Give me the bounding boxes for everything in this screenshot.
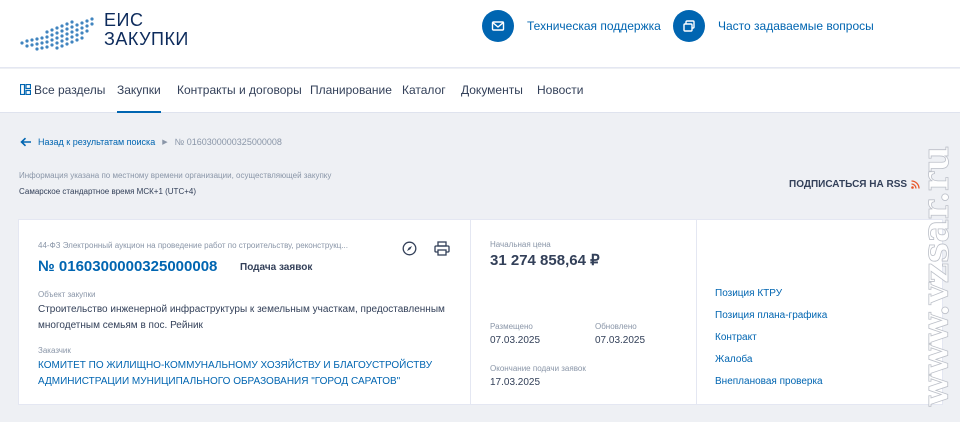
object-label: Объект закупки	[38, 290, 96, 299]
deadline-value: 17.03.2025	[490, 377, 541, 388]
nav-contracts[interactable]: Контракты и договоры	[177, 69, 302, 113]
updated-value: 07.03.2025	[595, 335, 646, 346]
logo-line1: ЕИС	[104, 10, 144, 30]
support-link[interactable]: Техническая поддержка	[482, 10, 661, 42]
nav-item-label: Закупки	[117, 83, 161, 97]
unscheduled-check-link[interactable]: Внеплановая проверка	[715, 376, 823, 387]
card-links-column: Позиция КТРУ Позиция плана-графика Контр…	[697, 220, 942, 404]
arrow-left-icon[interactable]	[20, 137, 32, 147]
compass-icon[interactable]	[402, 241, 417, 256]
nav-purchases[interactable]: Закупки	[117, 69, 161, 113]
timezone-value: Самарское стандартное время МСК+1 (UTC+4…	[19, 187, 196, 196]
breadcrumb: Назад к результатам поиска ▶ № 016030000…	[20, 135, 282, 149]
print-icon[interactable]	[434, 241, 450, 256]
complaint-link[interactable]: Жалоба	[715, 354, 752, 365]
logo-text[interactable]: ЕИС ЗАКУПКИ	[104, 11, 189, 49]
breadcrumb-current: № 0160300000325000008	[174, 137, 282, 147]
timezone-note: Информация указана по местному времени о…	[19, 171, 332, 180]
customer-link[interactable]: КОМИТЕТ ПО ЖИЛИЩНО-КОММУНАЛЬНОМУ ХОЗЯЙСТ…	[38, 358, 468, 390]
grid-menu-icon	[20, 84, 31, 96]
procurement-type: 44-ФЗ Электронный аукцион на проведение …	[38, 241, 348, 250]
watermark-text: www.vzsar.ru	[918, 146, 957, 407]
deadline-label: Окончание подачи заявок	[490, 364, 586, 373]
nav-item-label: Каталог	[402, 83, 446, 97]
purchase-card: 44-ФЗ Электронный аукцион на проведение …	[18, 219, 943, 405]
faq-link[interactable]: Часто задаваемые вопросы	[673, 10, 874, 42]
rss-subscribe-link[interactable]: ПОДПИСАТЬСЯ НА RSS	[789, 179, 907, 190]
nav-news[interactable]: Новости	[537, 69, 583, 113]
published-value: 07.03.2025	[490, 335, 541, 346]
main-nav: Все разделы Закупки Контракты и договоры…	[0, 69, 960, 113]
top-header: ЕИС ЗАКУПКИ Техническая поддержка Часто …	[0, 0, 960, 68]
nav-item-label: Все разделы	[34, 83, 106, 97]
object-value: Строительство инженерной инфраструктуры …	[38, 304, 445, 331]
mail-icon	[482, 10, 514, 42]
faq-label: Часто задаваемые вопросы	[718, 19, 874, 33]
back-to-results-link[interactable]: Назад к результатам поиска	[38, 137, 155, 147]
watermark: www.vzsar.ru	[918, 145, 957, 407]
nav-all-sections[interactable]: Все разделы	[20, 69, 105, 113]
nav-item-label: Документы	[461, 83, 523, 97]
customer-label: Заказчик	[38, 346, 71, 355]
nav-catalog[interactable]: Каталог	[402, 69, 446, 113]
plan-schedule-link[interactable]: Позиция плана-графика	[715, 310, 827, 321]
status-badge: Подача заявок	[240, 262, 313, 273]
nav-planning[interactable]: Планирование	[310, 69, 392, 113]
nav-item-label: Планирование	[310, 83, 392, 97]
published-label: Размещено	[490, 322, 533, 331]
price-label: Начальная цена	[490, 240, 551, 249]
updated-label: Обновлено	[595, 322, 637, 331]
nav-documents[interactable]: Документы	[461, 69, 523, 113]
card-price-column: Начальная цена 31 274 858,64 ₽ Размещено…	[471, 220, 697, 404]
support-label: Техническая поддержка	[527, 19, 661, 33]
card-main-column: 44-ФЗ Электронный аукцион на проведение …	[19, 220, 471, 404]
nav-item-label: Новости	[537, 83, 584, 97]
nav-item-label: Контракты и договоры	[177, 83, 302, 97]
contract-link[interactable]: Контракт	[715, 332, 757, 343]
price-value: 31 274 858,64 ₽	[490, 252, 600, 269]
purchase-number-link[interactable]: № 0160300000325000008	[38, 258, 217, 275]
logo-line2: ЗАКУПКИ	[104, 29, 189, 49]
chevron-right-icon: ▶	[162, 139, 168, 146]
faq-icon	[673, 10, 705, 42]
russia-map-logo-icon[interactable]	[18, 13, 98, 53]
ktru-position-link[interactable]: Позиция КТРУ	[715, 288, 782, 299]
